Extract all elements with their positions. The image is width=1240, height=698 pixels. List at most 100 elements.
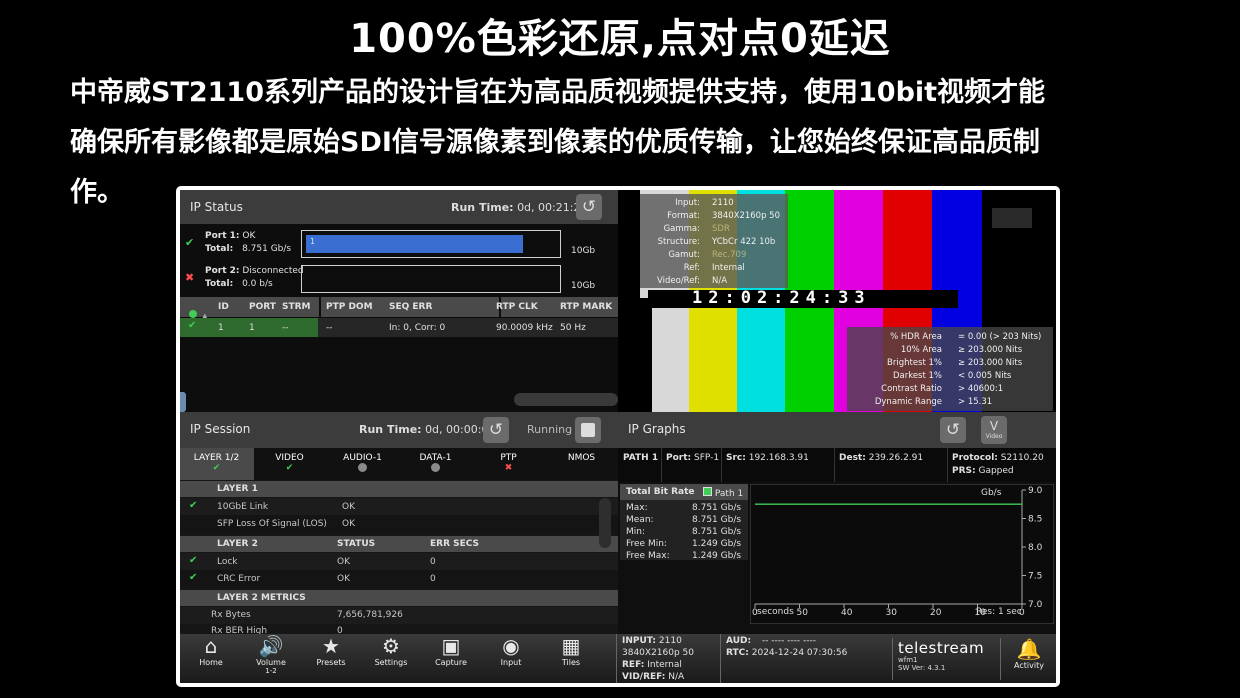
protocol-label: Protocol: [952,453,998,463]
stat-value: 8.751 Gb/s [692,503,742,513]
hdr-label: Brightest 1% [887,358,942,368]
paragraph-line-1: 中帝威ST2110系列产品的设计旨在为高品质视频提供支持，使用10bit视频才能 [70,77,1046,108]
stop-icon [581,423,595,437]
hdr-label: Dynamic Range [874,397,942,407]
bell-icon: 🔔 [1016,637,1042,661]
col-ptp-dom[interactable]: PTP DOM [326,302,373,312]
input-button[interactable]: ◉ Input [481,634,541,683]
volume-icon: 🔊 [258,634,284,658]
input-status-value: 2110 [658,636,682,646]
layer2-title: LAYER 2 [217,539,258,549]
stat-value: 8.751 Gb/s [692,527,742,537]
layer2-err-col: ERR SECS [430,539,480,549]
input-status: INPUT: 2110 3840X2160p 50 REF: Internal … [622,635,694,683]
info-label: Ref: [683,263,700,273]
tab-data1[interactable]: DATA-1 [399,453,472,475]
layer1-value: OK [342,502,355,512]
col-id[interactable]: ID [218,302,229,312]
tab-label: LAYER 1/2 [193,453,240,463]
col-port[interactable]: PORT [249,302,276,312]
y-tick-label: 7.5 [1028,572,1042,582]
side-handle[interactable] [180,392,186,412]
layer1-title: LAYER 1 [217,484,258,494]
reset-icon: ↺ [488,420,504,440]
paragraph-line-3: 作。 [70,177,124,208]
port-info: Port: SFP-1 [666,453,719,463]
gear-icon: ⚙ [382,634,400,658]
hdr-value: ≥ 203.000 Nits [958,358,1023,368]
layer1-value: OK [342,519,355,529]
info-label: Gamut: [668,250,700,260]
src-value: 192.168.3.91 [748,453,809,463]
x-tick-label: 20 [930,608,942,618]
stat-value: 8.751 Gb/s [692,515,742,525]
y-tick-label: 8.0 [1028,543,1043,553]
timecode: 12:02:24:33 [692,288,871,308]
stop-session-button[interactable] [575,417,601,443]
tiles-button[interactable]: ▦ Tiles [541,634,601,683]
divider [720,634,721,683]
activity-button[interactable]: 🔔 Activity [1001,637,1056,670]
info-value: SDR [712,224,730,234]
video-button[interactable]: V Video [981,416,1007,444]
port1-rate-bar: 1 [301,230,561,258]
y-tick-label: 8.5 [1028,515,1042,525]
volume-button[interactable]: 🔊 Volume 1-2 [241,634,301,683]
tab-nmos[interactable]: NMOS [545,453,618,463]
seconds-label: seconds [757,607,794,617]
paragraph-line-2: 确保所有影像都是原始SDI信号源像素到像素的优质传输，让您始终保证高品质制 [70,127,1040,158]
ref-label: REF: [622,660,645,670]
aud-label: AUD: [726,636,752,646]
horizontal-scrollbar[interactable] [514,393,618,406]
layer2-row [180,553,618,570]
tab-layer12[interactable]: LAYER 1/2 ✔ [180,453,253,473]
info-value: N/A [712,276,728,286]
signal-info-labels: Input: Format: Gamma: Structure: Gamut: … [640,197,700,288]
layer2-status-col: STATUS [337,539,376,549]
tab-video[interactable]: VIDEO ✔ [253,453,326,473]
tiles-label: Tiles [561,658,581,667]
reset-session-button[interactable]: ↺ [483,417,509,443]
reset-icon: ↺ [945,420,961,440]
col-rtp-clk[interactable]: RTP CLK [496,302,538,312]
stat-label: Free Max: [626,551,670,561]
video-pane: Input: Format: Gamma: Structure: Gamut: … [618,190,1056,412]
bit-rate-chart: 9.08.58.07.57.00 50 40 30 20 10 0 Gb/s seconds… [750,484,1054,624]
cell-strm: -- [282,323,289,333]
info-value: Internal [712,263,745,273]
capture-label: Capture [435,658,467,667]
star-icon: ★ [322,634,340,658]
runtime-label: Run Time: [451,201,514,214]
stream-ok-icon: ✔ [188,320,197,331]
hdr-value: > 15.31 [958,397,993,407]
vertical-scrollbar[interactable] [599,498,611,548]
port1-scale: 10Gb [571,246,596,256]
video-button-label: Video [985,433,1003,440]
hdr-value: < 0.005 Nits [958,371,1012,381]
col-rtp-mark[interactable]: RTP MARK [560,302,612,312]
legend-path1[interactable]: Path 1 [703,487,743,499]
ok-icon: ✔ [189,500,198,511]
tab-ptp[interactable]: PTP ✖ [472,453,545,473]
tab-audio1[interactable]: AUDIO-1 [326,453,399,475]
col-seq-err[interactable]: SEQ ERR [389,302,432,312]
hdr-stats-labels: % HDR Area 10% Area Brightest 1% Darkest… [847,331,942,409]
col-strm[interactable]: STRM [282,302,311,312]
settings-button[interactable]: ⚙ Settings [361,634,421,683]
port2-rate-bar [301,265,561,293]
src-info: Src: 192.168.3.91 [726,453,809,463]
reset-runtime-button[interactable]: ↺ [576,194,602,220]
layer2-item: Lock [217,557,238,567]
inactive-dot-icon [358,463,367,472]
chevron-down-icon: V [989,419,999,433]
port1-label: Port 1: [205,231,240,241]
home-button[interactable]: ⌂ Home [181,634,241,683]
reset-graph-button[interactable]: ↺ [940,417,966,443]
hdr-label: Darkest 1% [892,371,942,381]
presets-button[interactable]: ★ Presets [301,634,361,683]
capture-button[interactable]: ▣ Capture [421,634,481,683]
port2-info: Port 2: Disconnected Total: 0.0 b/s [205,266,304,289]
settings-label: Settings [374,658,408,667]
dest-value: 239.26.2.91 [868,453,924,463]
info-label: Video/Ref: [657,276,700,286]
